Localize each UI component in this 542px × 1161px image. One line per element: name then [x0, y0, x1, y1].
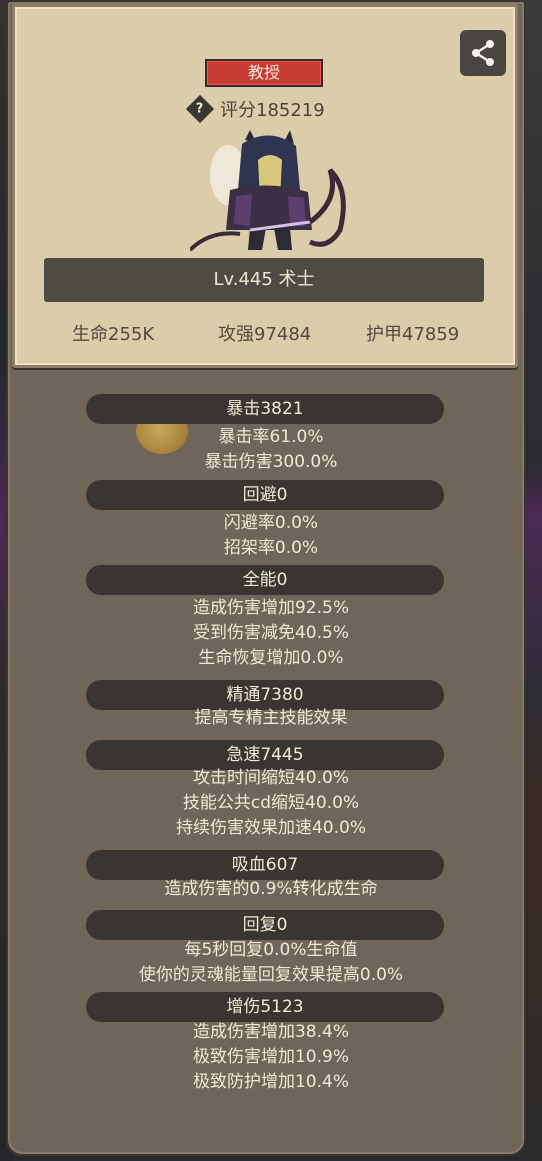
stat-detail-line: 每5秒回复0.0%生命值 — [184, 940, 358, 960]
core-stats-row: 生命255K 攻强97484 护甲47859 — [0, 320, 542, 348]
score-label: 评分185219 — [220, 100, 325, 121]
stat-header: 回避0 — [86, 480, 444, 510]
stat-detail-line: 极致伤害增加10.9% — [192, 1047, 349, 1067]
title-badge: 教授 — [205, 59, 323, 87]
score-row: ? 评分185219 — [185, 94, 325, 124]
stat-detail-line: 招架率0.0% — [223, 538, 319, 558]
stat-detail-line: 使你的灵魂能量回复效果提高0.0% — [138, 965, 404, 985]
armor-stat: 护甲47859 — [366, 324, 460, 345]
stat-detail-line: 闪避率0.0% — [223, 513, 319, 533]
attack-stat: 攻强97484 — [218, 324, 312, 345]
stat-detail-line: 提高专精主技能效果 — [194, 708, 348, 728]
stat-header: 吸血607 — [86, 850, 444, 880]
stat-detail-line: 极致防护增加10.4% — [192, 1072, 349, 1092]
stat-detail-line: 攻击时间缩短40.0% — [192, 768, 349, 788]
stat-detail-line: 受到伤害减免40.5% — [192, 623, 349, 643]
stat-header: 增伤5123 — [86, 992, 444, 1022]
hp-stat: 生命255K — [72, 324, 155, 345]
stat-detail-line: 暴击伤害300.0% — [204, 452, 338, 472]
stat-detail-line: 生命恢复增加0.0% — [198, 648, 344, 668]
share-button[interactable] — [460, 30, 506, 76]
level-class-bar: Lv.445 术士 — [44, 258, 484, 302]
stat-detail-line: 暴击率61.0% — [218, 427, 324, 447]
stat-detail-line: 持续伤害效果加速40.0% — [175, 818, 366, 838]
share-icon — [472, 40, 494, 66]
stat-detail-line: 造成伤害的0.9%转化成生命 — [164, 879, 378, 899]
stat-detail-line: 造成伤害增加92.5% — [192, 598, 349, 618]
stat-detail-line: 技能公共cd缩短40.0% — [182, 793, 360, 813]
stat-detail-line: 造成伤害增加38.4% — [192, 1022, 349, 1042]
hero-portrait — [190, 130, 346, 252]
help-icon[interactable]: ? — [185, 94, 215, 124]
stat-header: 全能0 — [86, 565, 444, 595]
stat-header: 回复0 — [86, 910, 444, 940]
stat-header: 暴击3821 — [86, 394, 444, 424]
